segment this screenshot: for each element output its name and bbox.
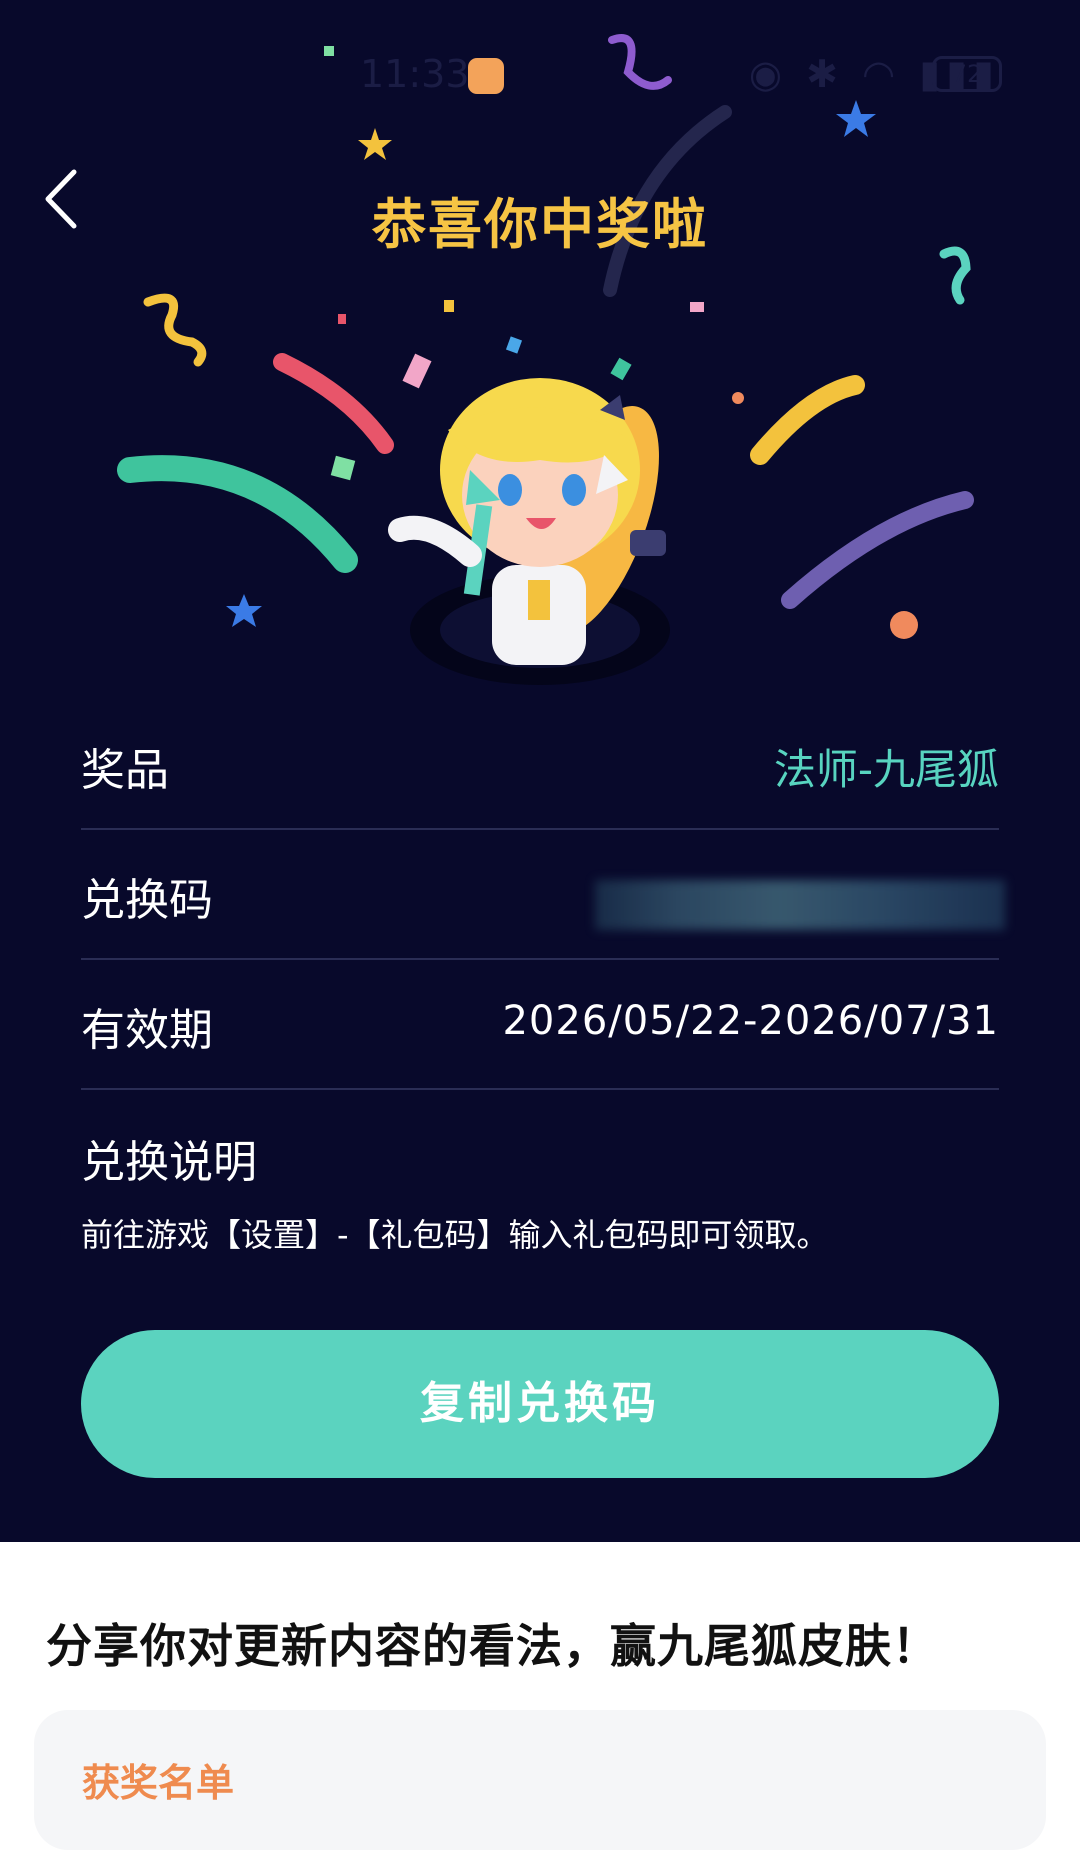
copy-code-button[interactable]: 复制兑换码	[81, 1330, 999, 1478]
winners-label: 获奖名单	[82, 1761, 235, 1805]
page-title: 恭喜你中奖啦	[372, 193, 708, 256]
instructions-title: 兑换说明	[81, 1137, 257, 1188]
share-title: 分享你对更新内容的看法，赢九尾狐皮肤！	[46, 1619, 939, 1673]
code-label: 兑换码	[81, 875, 213, 926]
instructions-text: 前往游戏【设置】-【礼包码】输入礼包码即可领取。	[81, 1216, 829, 1254]
validity-row: 有效期 2026/05/22-2026/07/31	[81, 960, 999, 1090]
winners-card[interactable]: 获奖名单	[34, 1710, 1046, 1850]
prize-label: 奖品	[81, 745, 169, 796]
prize-details: 奖品 法师-九尾狐 兑换码 有效期 2026/05/22-2026/07/31	[81, 700, 1005, 1090]
celebration-illustration	[117, 34, 974, 685]
prize-panel: 11:33 ◉ ✱ ◠ ▮▮▮ 72 恭喜你中奖啦 奖品 法师-九尾狐 兑换码 …	[0, 0, 1080, 1542]
prize-row: 奖品 法师-九尾狐	[81, 700, 999, 830]
validity-label: 有效期	[81, 1005, 213, 1056]
code-row: 兑换码	[81, 830, 1005, 960]
redeem-code-blurred	[595, 880, 1005, 930]
validity-value: 2026/05/22-2026/07/31	[502, 998, 999, 1044]
prize-value: 法师-九尾狐	[773, 745, 999, 794]
